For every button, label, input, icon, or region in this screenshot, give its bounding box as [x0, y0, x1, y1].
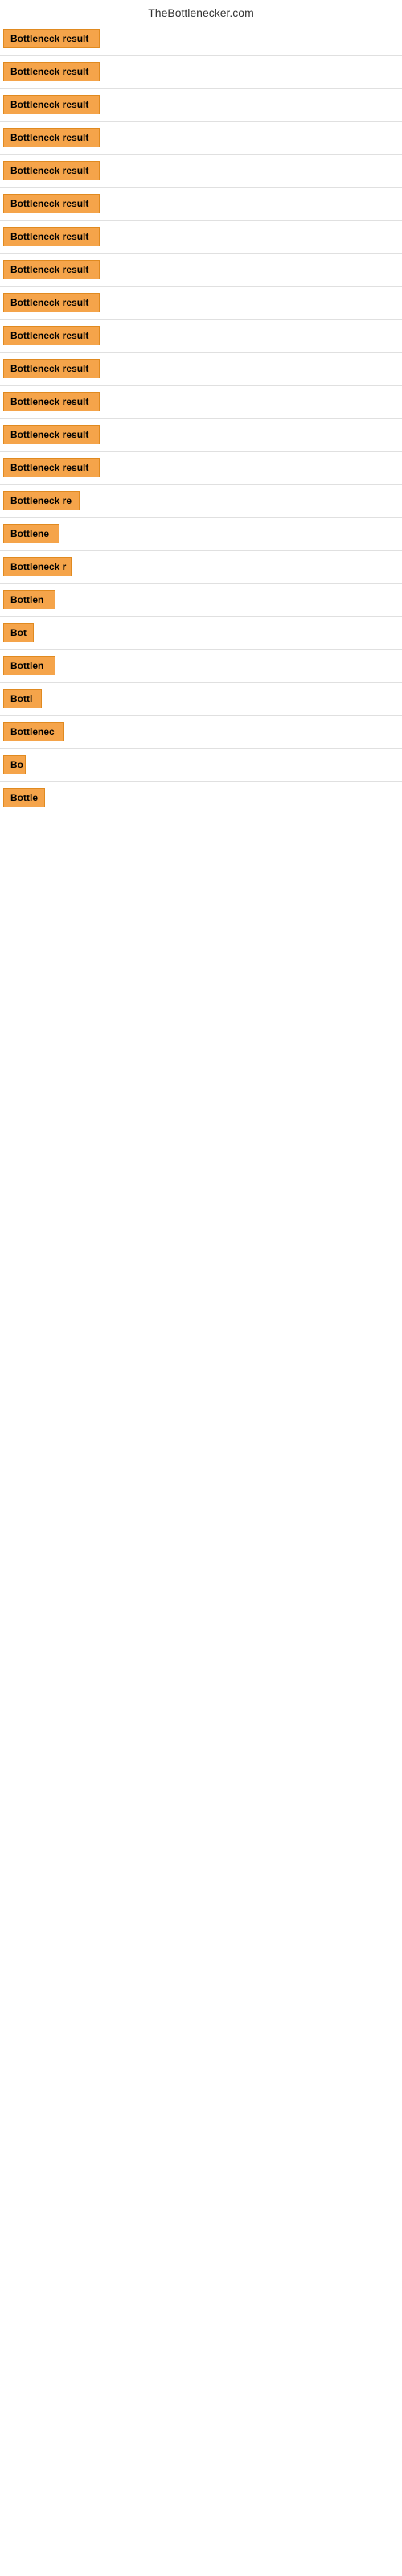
- bottleneck-item[interactable]: Bottleneck result: [3, 62, 399, 81]
- bottleneck-badge[interactable]: Bottleneck result: [3, 392, 100, 411]
- bottleneck-item[interactable]: Bo: [3, 755, 399, 774]
- bottleneck-badge[interactable]: Bottleneck result: [3, 194, 100, 213]
- bottleneck-item[interactable]: Bottleneck result: [3, 194, 399, 213]
- site-title: TheBottlenecker.com: [0, 0, 402, 23]
- bottleneck-item[interactable]: Bottleneck result: [3, 293, 399, 312]
- bottleneck-badge[interactable]: Bottleneck r: [3, 557, 72, 576]
- bottleneck-section: Bottleneck re: [0, 485, 402, 518]
- bottleneck-badge[interactable]: Bottleneck result: [3, 359, 100, 378]
- bottleneck-item[interactable]: Bottle: [3, 788, 399, 807]
- bottleneck-badge[interactable]: Bottleneck result: [3, 161, 100, 180]
- bottleneck-item[interactable]: Bottl: [3, 689, 399, 708]
- bottleneck-badge[interactable]: Bottl: [3, 689, 42, 708]
- bottleneck-badge[interactable]: Bottleneck result: [3, 227, 100, 246]
- bottleneck-section: Bottleneck r: [0, 551, 402, 584]
- bottleneck-section: Bottlenec: [0, 716, 402, 749]
- bottleneck-item[interactable]: Bottlen: [3, 590, 399, 609]
- bottleneck-section: Bottleneck result: [0, 155, 402, 188]
- bottleneck-section: Bottleneck result: [0, 386, 402, 419]
- bottleneck-item[interactable]: Bottleneck result: [3, 458, 399, 477]
- bottleneck-section: Bottleneck result: [0, 221, 402, 254]
- bottleneck-item[interactable]: Bottleneck result: [3, 326, 399, 345]
- bottleneck-badge[interactable]: Bottleneck result: [3, 29, 100, 48]
- bottleneck-item[interactable]: Bottleneck result: [3, 260, 399, 279]
- bottleneck-badge[interactable]: Bottlen: [3, 656, 55, 675]
- bottleneck-badge[interactable]: Bottlenec: [3, 722, 64, 741]
- bottleneck-item[interactable]: Bottleneck result: [3, 425, 399, 444]
- bottleneck-badge[interactable]: Bottlen: [3, 590, 55, 609]
- bottleneck-section: Bottleneck result: [0, 320, 402, 353]
- bottleneck-badge[interactable]: Bottle: [3, 788, 45, 807]
- bottleneck-section: Bot: [0, 617, 402, 650]
- bottleneck-badge[interactable]: Bottleneck result: [3, 293, 100, 312]
- bottleneck-item[interactable]: Bottleneck result: [3, 227, 399, 246]
- bottleneck-section: Bo: [0, 749, 402, 782]
- bottleneck-badge[interactable]: Bot: [3, 623, 34, 642]
- bottleneck-badge[interactable]: Bottlene: [3, 524, 59, 543]
- bottleneck-badge[interactable]: Bottleneck result: [3, 425, 100, 444]
- bottleneck-section: Bottleneck result: [0, 419, 402, 452]
- bottleneck-badge[interactable]: Bottleneck result: [3, 260, 100, 279]
- bottleneck-item[interactable]: Bot: [3, 623, 399, 642]
- bottleneck-item[interactable]: Bottlen: [3, 656, 399, 675]
- bottleneck-badge[interactable]: Bo: [3, 755, 26, 774]
- bottleneck-item[interactable]: Bottleneck r: [3, 557, 399, 576]
- bottleneck-badge[interactable]: Bottleneck result: [3, 95, 100, 114]
- bottleneck-section: Bottleneck result: [0, 452, 402, 485]
- bottleneck-item[interactable]: Bottleneck result: [3, 95, 399, 114]
- bottleneck-item[interactable]: Bottleneck re: [3, 491, 399, 510]
- bottleneck-item[interactable]: Bottleneck result: [3, 161, 399, 180]
- bottleneck-section: Bottlen: [0, 584, 402, 617]
- bottleneck-section: Bottleneck result: [0, 254, 402, 287]
- bottleneck-badge[interactable]: Bottleneck result: [3, 458, 100, 477]
- bottleneck-section: Bottleneck result: [0, 353, 402, 386]
- bottleneck-section: Bottl: [0, 683, 402, 716]
- bottleneck-section: Bottlene: [0, 518, 402, 551]
- bottleneck-item[interactable]: Bottleneck result: [3, 359, 399, 378]
- bottleneck-section: Bottleneck result: [0, 89, 402, 122]
- bottleneck-section: Bottleneck result: [0, 287, 402, 320]
- bottleneck-item[interactable]: Bottlene: [3, 524, 399, 543]
- bottleneck-section: Bottleneck result: [0, 23, 402, 56]
- bottleneck-section: Bottleneck result: [0, 122, 402, 155]
- bottleneck-section: Bottlen: [0, 650, 402, 683]
- bottleneck-section: Bottle: [0, 782, 402, 814]
- bottleneck-section: Bottleneck result: [0, 188, 402, 221]
- bottleneck-section: Bottleneck result: [0, 56, 402, 89]
- bottleneck-item[interactable]: Bottleneck result: [3, 392, 399, 411]
- bottleneck-item[interactable]: Bottlenec: [3, 722, 399, 741]
- bottleneck-badge[interactable]: Bottleneck result: [3, 326, 100, 345]
- bottleneck-item[interactable]: Bottleneck result: [3, 29, 399, 48]
- bottleneck-badge[interactable]: Bottleneck result: [3, 128, 100, 147]
- bottleneck-badge[interactable]: Bottleneck re: [3, 491, 80, 510]
- bottleneck-badge[interactable]: Bottleneck result: [3, 62, 100, 81]
- bottleneck-item[interactable]: Bottleneck result: [3, 128, 399, 147]
